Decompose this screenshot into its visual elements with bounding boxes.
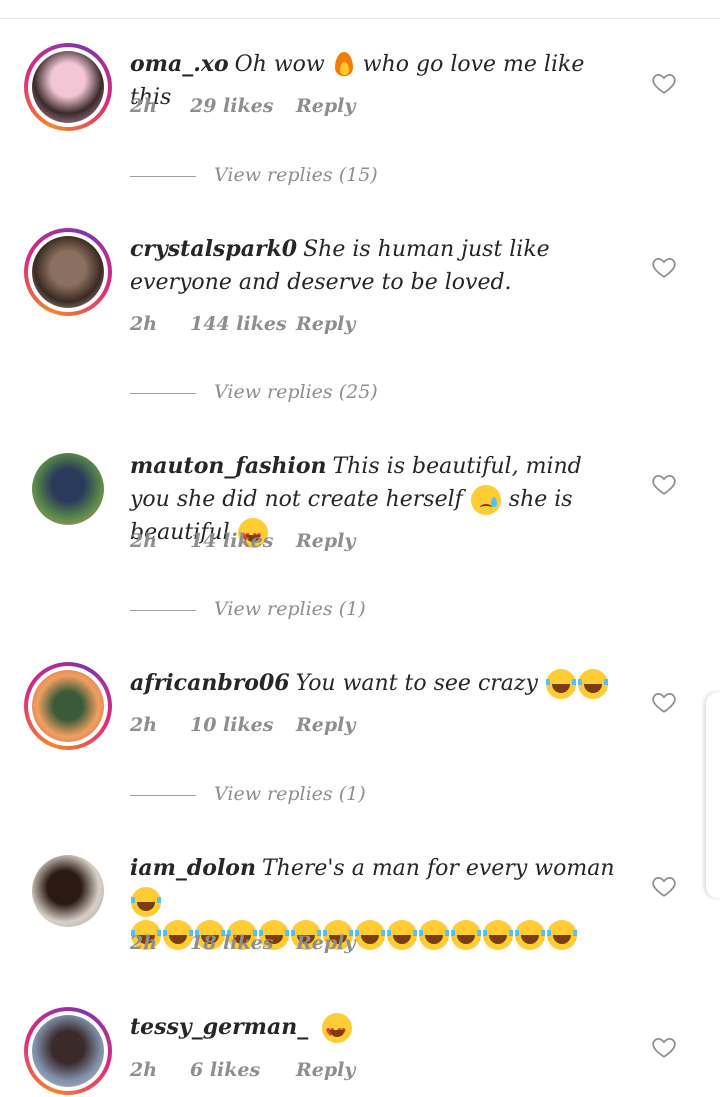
laughing-emoji-icon xyxy=(131,887,161,917)
side-panel-edge[interactable] xyxy=(706,692,720,898)
replies-line xyxy=(130,175,196,177)
reply-button[interactable]: Reply xyxy=(296,932,355,954)
laughing-emoji-icon xyxy=(419,920,449,950)
reply-button[interactable]: Reply xyxy=(296,1059,355,1081)
laughing-emoji-icon xyxy=(483,920,513,950)
likes-count[interactable]: 18 likes xyxy=(190,932,296,954)
laughing-emoji-icon xyxy=(577,669,608,699)
comment-meta: 2h 14 likes Reply xyxy=(130,530,355,552)
timestamp: 2h xyxy=(130,313,158,335)
heart-eyes-emoji-icon xyxy=(322,1013,353,1049)
replies-line xyxy=(130,794,196,796)
comment-text: tessy_german_ xyxy=(130,1011,620,1049)
view-replies[interactable]: View replies (1) xyxy=(130,783,366,805)
likes-count[interactable]: 144 likes xyxy=(190,313,296,335)
avatar[interactable] xyxy=(24,43,112,131)
avatar-image xyxy=(32,1015,104,1087)
reply-button[interactable]: Reply xyxy=(296,714,355,736)
timestamp: 2h xyxy=(130,714,158,736)
avatar-image xyxy=(32,855,104,927)
timestamp: 2h xyxy=(130,932,158,954)
heart-outline-icon[interactable] xyxy=(651,873,677,899)
comment-meta: 2h 18 likes Reply xyxy=(130,932,355,954)
likes-count[interactable]: 10 likes xyxy=(190,714,296,736)
heart-outline-icon[interactable] xyxy=(651,254,677,280)
laughing-emoji-icon xyxy=(547,920,577,950)
reply-button[interactable]: Reply xyxy=(296,530,355,552)
avatar[interactable] xyxy=(24,1007,112,1095)
likes-count[interactable]: 6 likes xyxy=(190,1059,296,1081)
comment-meta: 2h 6 likes Reply xyxy=(130,1059,355,1081)
top-divider xyxy=(0,18,720,19)
comment-body: There's a man for every woman xyxy=(261,856,615,881)
username[interactable]: iam_dolon xyxy=(130,855,256,881)
comment-text: africanbro06 You want to see crazy xyxy=(130,667,620,700)
likes-count[interactable]: 29 likes xyxy=(190,95,296,117)
reply-button[interactable]: Reply xyxy=(296,95,355,117)
likes-count[interactable]: 14 likes xyxy=(190,530,296,552)
avatar[interactable] xyxy=(32,855,104,927)
avatar-image xyxy=(32,453,104,525)
avatar-image xyxy=(32,236,104,308)
view-replies-label[interactable]: View replies (1) xyxy=(214,783,366,805)
comment-body: Oh wow xyxy=(234,52,325,77)
replies-line xyxy=(130,392,196,394)
avatar[interactable] xyxy=(32,453,104,525)
avatar-image xyxy=(32,51,104,123)
reply-button[interactable]: Reply xyxy=(296,313,355,335)
view-replies-label[interactable]: View replies (1) xyxy=(214,598,366,620)
view-replies-label[interactable]: View replies (15) xyxy=(214,164,378,186)
view-replies[interactable]: View replies (1) xyxy=(130,598,366,620)
avatar[interactable] xyxy=(24,662,112,750)
crying-face-emoji-icon xyxy=(470,485,501,515)
laughing-emoji-icon xyxy=(451,920,481,950)
username[interactable]: mauton_fashion xyxy=(130,453,327,479)
comment-body: You want to see crazy xyxy=(295,671,538,696)
view-replies-label[interactable]: View replies (25) xyxy=(214,381,378,403)
replies-line xyxy=(130,609,196,611)
username[interactable]: africanbro06 xyxy=(130,670,290,696)
laughing-emoji-icon xyxy=(387,920,417,950)
comment-meta: 2h 10 likes Reply xyxy=(130,714,355,736)
timestamp: 2h xyxy=(130,95,158,117)
heart-outline-icon[interactable] xyxy=(651,1034,677,1060)
heart-outline-icon[interactable] xyxy=(651,70,677,96)
username[interactable]: tessy_german_ xyxy=(130,1014,308,1040)
heart-outline-icon[interactable] xyxy=(651,471,677,497)
comment-meta: 2h 144 likes Reply xyxy=(130,313,355,335)
view-replies[interactable]: View replies (15) xyxy=(130,164,378,186)
laughing-emoji-icon xyxy=(515,920,545,950)
comment-text: crystalspark0 She is human just like ever… xyxy=(130,233,620,299)
avatar[interactable] xyxy=(24,228,112,316)
avatar-image xyxy=(32,670,104,742)
laughing-emoji-icon xyxy=(545,669,576,699)
heart-outline-icon[interactable] xyxy=(651,689,677,715)
laughing-emoji-icon xyxy=(355,920,385,950)
comment-meta: 2h 29 likes Reply xyxy=(130,95,355,117)
view-replies[interactable]: View replies (25) xyxy=(130,381,378,403)
fire-emoji-icon xyxy=(333,50,355,80)
username[interactable]: crystalspark0 xyxy=(130,236,297,262)
username[interactable]: oma_.xo xyxy=(130,51,229,77)
timestamp: 2h xyxy=(130,530,158,552)
timestamp: 2h xyxy=(130,1059,158,1081)
